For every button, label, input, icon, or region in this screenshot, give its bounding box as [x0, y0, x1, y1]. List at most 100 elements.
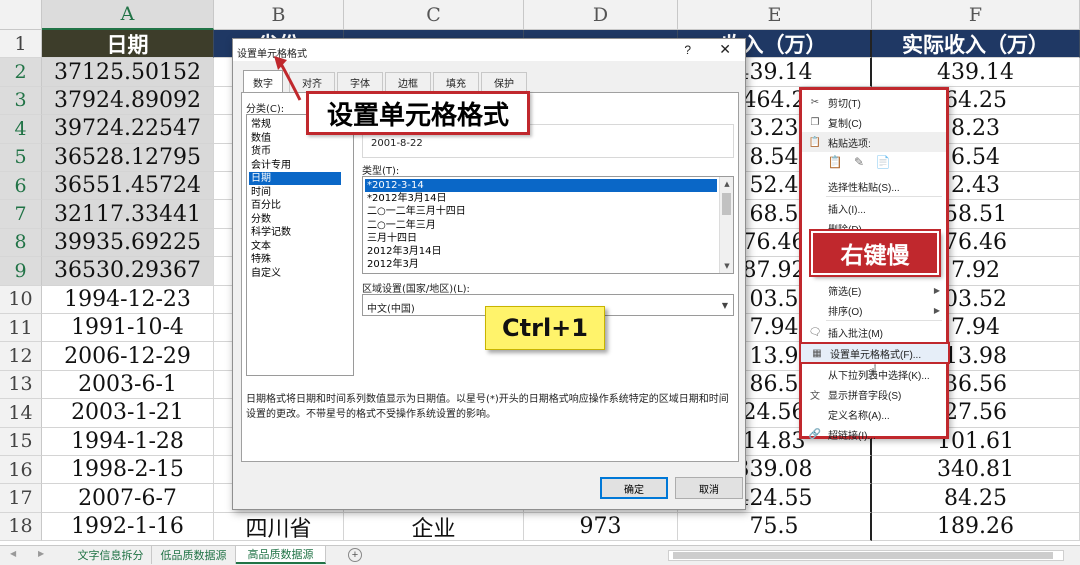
paste-values-icon[interactable]: 📋: [828, 154, 843, 170]
row-header[interactable]: 18: [0, 512, 42, 542]
table-cell[interactable]: 32117.33441: [42, 200, 214, 229]
row-header[interactable]: 16: [0, 456, 42, 485]
row-header[interactable]: 12: [0, 342, 42, 371]
category-item[interactable]: 分数: [249, 213, 341, 226]
type-item[interactable]: *2012年3月14日: [365, 192, 717, 205]
table-cell[interactable]: 39724.22547: [42, 115, 214, 144]
dialog-titlebar[interactable]: 设置单元格格式 ? ✕: [233, 39, 745, 61]
table-cell[interactable]: 39935.69225: [42, 228, 214, 258]
table-cell[interactable]: 企业: [344, 512, 524, 542]
category-item[interactable]: 时间: [249, 186, 341, 199]
category-item[interactable]: 特殊: [249, 253, 341, 266]
row-header[interactable]: 1: [0, 30, 42, 59]
prev-sheet-icon[interactable]: ◀: [10, 549, 16, 558]
row-header[interactable]: 10: [0, 285, 42, 314]
type-listbox[interactable]: *2012-3-14 *2012年3月14日 二○一二年三月十四日 二○一二年三月 三月…: [362, 176, 734, 274]
table-cell[interactable]: 37125.50152: [42, 58, 214, 87]
header-cell[interactable]: 实际收入（万）: [872, 30, 1080, 59]
tab-fill[interactable]: 填充: [433, 72, 479, 92]
menu-item-hyperlink[interactable]: 🔗 超链接(I)...: [802, 424, 946, 444]
row-header[interactable]: 17: [0, 484, 42, 513]
row-header[interactable]: 15: [0, 427, 42, 456]
table-cell[interactable]: 2003-6-1: [42, 370, 214, 400]
sheet-tab-low-quality[interactable]: 低品质数据源: [152, 546, 236, 564]
row-header[interactable]: 14: [0, 399, 42, 428]
category-item[interactable]: 百分比: [249, 199, 341, 212]
table-cell[interactable]: 1991-10-4: [42, 314, 214, 343]
sheet-tab-text-split[interactable]: 文字信息拆分: [70, 546, 152, 564]
table-cell[interactable]: 973: [524, 512, 678, 542]
menu-item-copy[interactable]: ❐ 复制(C): [802, 112, 946, 132]
table-cell[interactable]: 189.26: [872, 512, 1080, 542]
type-item[interactable]: 2012年3月: [365, 258, 717, 271]
row-header[interactable]: 8: [0, 228, 42, 258]
table-cell[interactable]: 36530.29367: [42, 257, 214, 286]
menu-item-show-phonetic[interactable]: 文 显示拼音字段(S): [802, 384, 946, 404]
menu-item-paste-special[interactable]: 选择性粘贴(S)...: [802, 176, 946, 196]
category-item[interactable]: 货币: [249, 145, 341, 158]
paste-format-icon[interactable]: 📄: [876, 154, 891, 170]
table-cell[interactable]: 1998-2-15: [42, 456, 214, 485]
horizontal-scroll-thumb[interactable]: [673, 552, 1053, 559]
type-item[interactable]: 三月十四日: [365, 232, 717, 245]
paste-formula-icon[interactable]: ✎: [852, 154, 866, 170]
table-cell[interactable]: 1994-1-28: [42, 427, 214, 456]
row-header[interactable]: 13: [0, 370, 42, 400]
column-header-b[interactable]: B: [214, 0, 344, 30]
table-cell[interactable]: 2003-1-21: [42, 399, 214, 428]
scroll-up-icon[interactable]: ▲: [720, 177, 733, 191]
table-cell[interactable]: 439.14: [872, 58, 1080, 87]
tab-border[interactable]: 边框: [385, 72, 431, 92]
table-cell[interactable]: 1992-1-16: [42, 512, 214, 542]
column-header-e[interactable]: E: [678, 0, 872, 30]
table-cell[interactable]: 340.81: [872, 456, 1080, 485]
tab-font[interactable]: 字体: [337, 72, 383, 92]
row-header[interactable]: 9: [0, 257, 42, 286]
column-header-f[interactable]: F: [872, 0, 1080, 30]
row-header[interactable]: 11: [0, 314, 42, 343]
row-header[interactable]: 7: [0, 200, 42, 229]
tab-number[interactable]: 数字: [243, 70, 283, 93]
table-cell[interactable]: 2007-6-7: [42, 484, 214, 513]
type-list-scrollbar[interactable]: ▲ ▼: [719, 177, 733, 273]
row-header[interactable]: 6: [0, 172, 42, 201]
row-header[interactable]: 2: [0, 58, 42, 87]
table-cell[interactable]: 2006-12-29: [42, 342, 214, 371]
category-item[interactable]: 文本: [249, 240, 341, 253]
ok-button[interactable]: 确定: [600, 477, 668, 499]
select-all-corner[interactable]: [0, 0, 42, 30]
table-cell[interactable]: 37924.89092: [42, 86, 214, 116]
table-cell[interactable]: 四川省: [214, 512, 344, 542]
scroll-thumb[interactable]: [722, 193, 731, 215]
help-button[interactable]: ?: [684, 43, 691, 57]
column-header-d[interactable]: D: [524, 0, 678, 30]
add-sheet-icon[interactable]: +: [348, 548, 362, 562]
menu-item-insert-comment[interactable]: 🗨 插入批注(M): [802, 322, 946, 342]
category-item[interactable]: 科学记数: [249, 226, 341, 239]
category-listbox[interactable]: 常规 数值 货币 会计专用 日期 时间 百分比 分数 科学记数 文本 特殊 自定义: [246, 114, 354, 376]
menu-item-cut[interactable]: ✂ 剪切(T): [802, 92, 946, 112]
menu-item-define-name[interactable]: 定义名称(A)...: [802, 404, 946, 424]
row-header[interactable]: 5: [0, 143, 42, 172]
table-cell[interactable]: 1994-12-23: [42, 285, 214, 314]
category-item[interactable]: 自定义: [249, 267, 341, 280]
table-cell[interactable]: 36551.45724: [42, 172, 214, 201]
cancel-button[interactable]: 取消: [675, 477, 743, 499]
horizontal-scrollbar[interactable]: [668, 550, 1064, 561]
menu-item-sort[interactable]: 排序(O) ▶: [802, 300, 946, 320]
row-header[interactable]: 3: [0, 86, 42, 116]
column-header-a[interactable]: A: [42, 0, 214, 30]
next-sheet-icon[interactable]: ▶: [38, 549, 44, 558]
close-button[interactable]: ✕: [719, 41, 731, 58]
column-header-c[interactable]: C: [344, 0, 524, 30]
menu-item-insert[interactable]: 插入(I)...: [802, 198, 946, 218]
table-cell[interactable]: 36528.12795: [42, 143, 214, 172]
row-header[interactable]: 4: [0, 115, 42, 144]
sheet-tab-high-quality[interactable]: 高品质数据源: [236, 546, 326, 564]
category-item[interactable]: 会计专用: [249, 159, 341, 172]
type-item[interactable]: *2012-3-14: [365, 179, 717, 192]
table-cell[interactable]: 75.5: [678, 512, 872, 542]
header-cell[interactable]: 日期: [42, 30, 214, 59]
chevron-down-icon[interactable]: ▼: [717, 295, 733, 315]
category-item[interactable]: 日期: [249, 172, 341, 185]
